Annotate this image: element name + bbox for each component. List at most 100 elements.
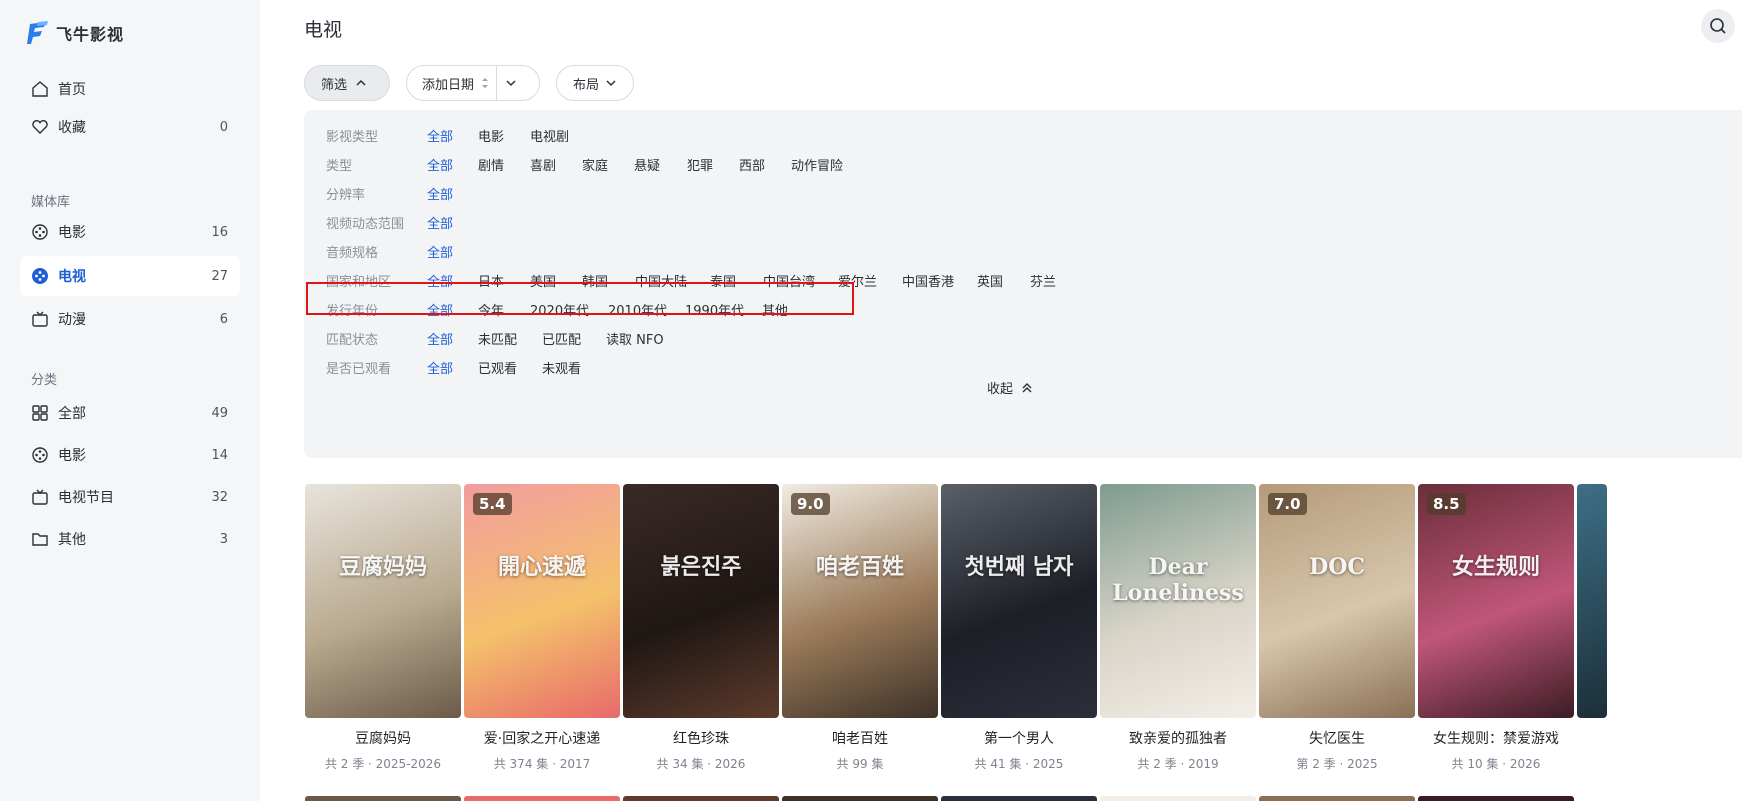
sidebar-item-tv-shows[interactable]: 电视节目 32 — [20, 477, 240, 517]
poster-card[interactable]: 첫번째 남자 — [941, 484, 1097, 718]
poster-title[interactable]: 失忆医生 — [1249, 728, 1425, 748]
poster-card-partial[interactable] — [1577, 484, 1607, 718]
poster-card-next-row[interactable] — [464, 796, 620, 801]
sidebar-item-label: 动漫 — [58, 312, 86, 328]
filter-option[interactable]: 动作冒险 — [791, 155, 843, 174]
filter-label: 视频动态范围 — [326, 217, 405, 232]
poster-title[interactable]: 咱老百姓 — [772, 728, 948, 748]
sort-order-icon[interactable] — [480, 76, 490, 90]
poster-title[interactable]: 豆腐妈妈 — [295, 728, 471, 748]
double-chevron-up-icon — [1022, 382, 1032, 392]
poster-card-next-row[interactable] — [1100, 796, 1256, 801]
filter-label: 是否已观看 — [326, 362, 392, 377]
layout-button[interactable]: 布局 — [556, 65, 634, 101]
filter-option[interactable]: 全部 — [427, 329, 453, 348]
rating-badge: 9.0 — [791, 493, 830, 515]
poster-card[interactable]: 咱老百姓 9.0 — [782, 484, 938, 718]
filter-option[interactable]: 西部 — [739, 155, 765, 174]
sidebar-item-anime[interactable]: 动漫 6 — [20, 299, 240, 339]
sidebar-item-tv[interactable]: 电视 27 — [20, 256, 240, 296]
main-content: 电视 筛选 添加日期 布局 影视类型 全部 电影 电视剧 类型 全部 剧情 喜剧 家庭 悬疑 犯罪西… — [260, 0, 1742, 801]
search-button[interactable] — [1701, 9, 1735, 43]
folder-icon — [30, 529, 50, 549]
poster-card-next-row[interactable] — [1418, 796, 1574, 801]
sidebar-item-count: 49 — [211, 405, 228, 421]
poster-card-next-row[interactable] — [941, 796, 1097, 801]
poster-card-next-row[interactable] — [1259, 796, 1415, 801]
filter-option[interactable]: 电影 — [478, 126, 504, 145]
filter-option[interactable]: 英国 — [977, 271, 1003, 290]
filter-option[interactable]: 全部 — [427, 358, 453, 377]
poster-meta: 第 2 季 · 2025 — [1296, 757, 1378, 771]
filter-option[interactable]: 犯罪 — [687, 155, 713, 174]
sidebar-item-home[interactable]: 首页 — [20, 69, 240, 109]
film-reel-icon — [30, 266, 50, 286]
sidebar-item-movies[interactable]: 电影 16 — [20, 212, 240, 252]
sidebar-item-favorites[interactable]: 收藏 0 — [20, 107, 240, 147]
poster-title[interactable]: 致亲爱的孤独者 — [1090, 728, 1266, 748]
filter-option[interactable]: 喜剧 — [530, 155, 556, 174]
sort-select[interactable]: 添加日期 — [406, 65, 540, 101]
filter-option[interactable]: 家庭 — [582, 155, 608, 174]
app-name: 飞牛影视 — [56, 25, 125, 44]
poster-card[interactable]: 開心速遞 5.4 — [464, 484, 620, 718]
poster-card[interactable]: Dear Loneliness — [1100, 484, 1256, 718]
heart-icon — [30, 117, 50, 137]
poster-title[interactable]: 第一个男人 — [931, 728, 1107, 748]
filter-option[interactable]: 全部 — [427, 213, 453, 232]
sidebar-item-category-movies[interactable]: 电影 14 — [20, 435, 240, 475]
chevron-up-icon — [356, 79, 366, 86]
filter-option[interactable]: 全部 — [427, 155, 453, 174]
logo-icon — [27, 21, 48, 44]
home-icon — [30, 79, 50, 99]
filter-option[interactable]: 中国香港 — [902, 271, 954, 290]
sidebar-item-all[interactable]: 全部 49 — [20, 393, 240, 433]
sidebar-item-count: 6 — [219, 311, 228, 327]
filter-option[interactable]: 已观看 — [478, 358, 517, 377]
poster-card[interactable]: 女生规则 8.5 — [1418, 484, 1574, 718]
filter-option[interactable]: 已匹配 — [542, 329, 581, 348]
sidebar-item-label: 电视节目 — [58, 490, 114, 506]
poster-card-next-row[interactable] — [623, 796, 779, 801]
poster-meta: 共 10 集 · 2026 — [1451, 757, 1541, 771]
filter-option[interactable]: 全部 — [427, 184, 453, 203]
filter-label: 筛选 — [321, 77, 348, 93]
filter-option[interactable]: 未匹配 — [478, 329, 517, 348]
sidebar-item-count: 16 — [211, 224, 228, 240]
sidebar-item-label: 首页 — [58, 82, 86, 98]
filter-option[interactable]: 全部 — [427, 242, 453, 261]
poster-title[interactable]: 红色珍珠 — [613, 728, 789, 748]
filter-option[interactable]: 剧情 — [478, 155, 504, 174]
filter-option[interactable]: 电视剧 — [530, 126, 569, 145]
poster-card-next-row[interactable] — [782, 796, 938, 801]
app-logo[interactable]: 飞牛影视 — [26, 20, 124, 46]
poster-card[interactable]: 豆腐妈妈 — [305, 484, 461, 718]
highlight-box — [306, 282, 854, 315]
poster-card[interactable]: DOC 7.0 — [1259, 484, 1415, 718]
poster-title[interactable]: 爱·回家之开心速递 — [454, 728, 630, 748]
filter-button[interactable]: 筛选 — [304, 65, 390, 101]
poster-title[interactable]: 女生规则：禁爱游戏 — [1408, 728, 1584, 748]
poster-meta: 共 374 集 · 2017 — [493, 757, 591, 771]
filter-option[interactable]: 读取 NFO — [606, 329, 664, 348]
filter-option[interactable]: 芬兰 — [1030, 271, 1056, 290]
poster-card-next-row[interactable] — [305, 796, 461, 801]
tv-icon — [30, 309, 50, 329]
settings-icon[interactable] — [1738, 10, 1742, 42]
poster-meta: 共 2 季 · 2025-2026 — [324, 757, 442, 771]
rating-badge: 5.4 — [473, 493, 512, 515]
poster-art-text: 女生规则 — [1451, 554, 1540, 580]
chevron-down-icon[interactable] — [505, 77, 517, 89]
filter-option[interactable]: 全部 — [427, 126, 453, 145]
category-section-title: 分类 — [31, 373, 58, 388]
poster-meta: 共 99 集 — [836, 757, 884, 771]
filter-panel: 影视类型 全部 电影 电视剧 类型 全部 剧情 喜剧 家庭 悬疑 犯罪 西部 动作冒险 分辨率 全部 视频动态… — [304, 110, 1742, 458]
sidebar-item-other[interactable]: 其他 3 — [20, 519, 240, 559]
collapse-button[interactable]: 收起 — [987, 378, 1033, 397]
filter-option[interactable]: 未观看 — [542, 358, 581, 377]
poster-card[interactable]: 붉은진주 — [623, 484, 779, 718]
layout-label: 布局 — [573, 77, 600, 93]
poster-meta: 共 41 集 · 2025 — [974, 757, 1064, 771]
sidebar-item-label: 收藏 — [58, 120, 86, 136]
filter-option[interactable]: 悬疑 — [634, 155, 660, 174]
